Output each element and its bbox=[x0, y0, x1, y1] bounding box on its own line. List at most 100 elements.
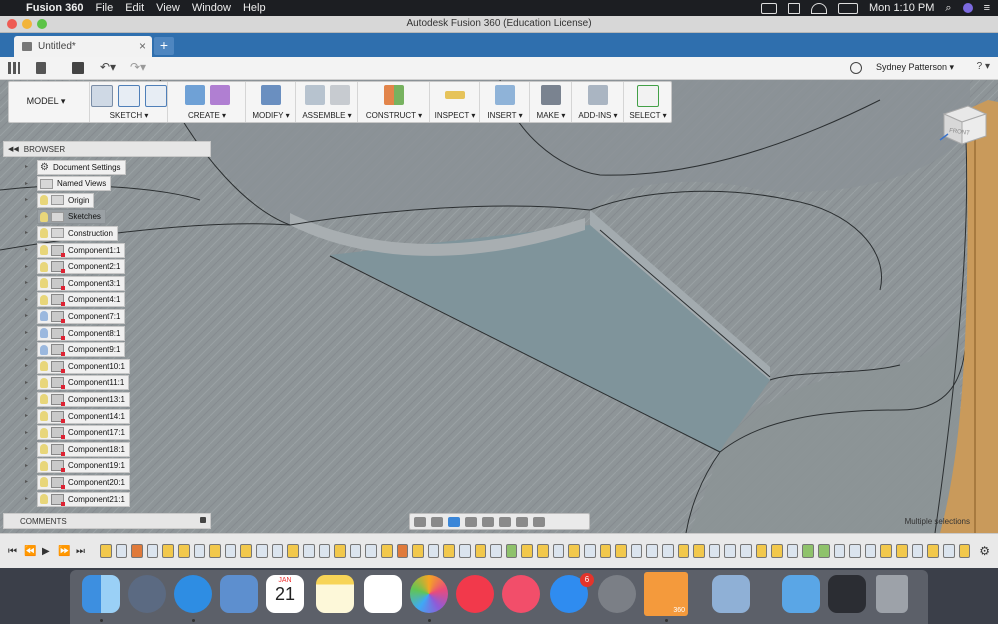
menu-file[interactable]: File bbox=[95, 2, 113, 14]
job-status-icon[interactable] bbox=[850, 62, 862, 74]
timeline-feature-icon[interactable] bbox=[162, 544, 175, 558]
timeline-feature-icon[interactable] bbox=[193, 544, 206, 558]
insert-image-icon[interactable] bbox=[495, 85, 515, 105]
timeline-feature-icon[interactable] bbox=[786, 544, 799, 558]
menu-view[interactable]: View bbox=[156, 2, 180, 14]
expand-node-icon[interactable]: ▸ bbox=[25, 395, 33, 403]
menu-window[interactable]: Window bbox=[192, 2, 231, 14]
expand-node-icon[interactable]: ▸ bbox=[25, 362, 33, 370]
timeline-feature-icon[interactable] bbox=[849, 544, 861, 558]
extrude-icon[interactable] bbox=[184, 85, 205, 105]
visibility-bulb-icon[interactable] bbox=[40, 427, 48, 438]
insert-group[interactable]: INSERT ▾ bbox=[479, 82, 530, 122]
new-tab-button[interactable]: + bbox=[154, 37, 174, 55]
timeline-feature-icon[interactable] bbox=[552, 544, 565, 558]
timeline-forward-icon[interactable]: ⏩ bbox=[58, 546, 70, 557]
look-at-icon[interactable] bbox=[431, 516, 443, 527]
eagle-app-icon[interactable] bbox=[220, 575, 258, 613]
downloads-folder-icon[interactable] bbox=[782, 575, 820, 613]
redo-icon[interactable]: ↷▾ bbox=[130, 60, 146, 76]
browser-node[interactable]: ▸ Origin bbox=[3, 192, 95, 208]
visibility-bulb-icon[interactable] bbox=[40, 411, 48, 421]
workspace-switcher[interactable]: MODEL ▾ bbox=[13, 90, 79, 112]
inspect-menu[interactable]: INSPECT ▾ bbox=[430, 111, 480, 120]
display-settings-icon[interactable] bbox=[499, 516, 511, 527]
browser-node-chip[interactable]: Sketches bbox=[37, 209, 106, 225]
expand-node-icon[interactable]: ▸ bbox=[25, 180, 33, 188]
timeline-feature-icon[interactable] bbox=[302, 544, 315, 558]
assemble-menu[interactable]: ASSEMBLE ▾ bbox=[296, 111, 358, 120]
browser-node-chip[interactable]: Component4:1 bbox=[37, 292, 126, 308]
browser-node-chip[interactable]: Component3:1 bbox=[37, 275, 126, 291]
visibility-bulb-icon[interactable] bbox=[40, 245, 48, 255]
timeline-play-icon[interactable]: ▶ bbox=[42, 546, 50, 557]
battery-icon[interactable] bbox=[837, 2, 858, 14]
create-menu[interactable]: CREATE ▾ bbox=[168, 111, 246, 120]
timeline-feature-icon[interactable] bbox=[349, 544, 362, 558]
timeline-feature-icon[interactable] bbox=[427, 544, 440, 558]
music-icon[interactable] bbox=[502, 575, 540, 613]
expand-node-icon[interactable]: ▸ bbox=[25, 379, 33, 387]
timeline-feature-icon[interactable] bbox=[240, 544, 253, 558]
browser-node[interactable]: ▸ ⚙ Document Settings bbox=[3, 159, 126, 175]
timeline-feature-icon[interactable] bbox=[818, 544, 830, 558]
expand-node-icon[interactable]: ▸ bbox=[25, 445, 33, 453]
expand-node-icon[interactable]: ▸ bbox=[25, 346, 33, 354]
browser-node-chip[interactable]: Component18:1 bbox=[37, 441, 130, 457]
browser-node-chip[interactable]: Origin bbox=[37, 192, 95, 208]
browser-node-chip[interactable]: Component9:1 bbox=[37, 342, 126, 358]
expand-node-icon[interactable]: ▸ bbox=[25, 279, 33, 287]
scripts-icon[interactable] bbox=[588, 85, 608, 105]
create-group[interactable]: CREATE ▾ bbox=[167, 82, 246, 122]
browser-node[interactable]: ▸ Component13:1 bbox=[3, 391, 130, 407]
calendar-icon[interactable]: JAN 21 bbox=[266, 575, 304, 613]
sketch-menu[interactable]: SKETCH ▾ bbox=[90, 111, 168, 120]
undo-icon[interactable]: ↶▾ bbox=[100, 60, 116, 76]
browser-node-chip[interactable]: Component19:1 bbox=[37, 458, 130, 474]
expand-node-icon[interactable]: ▸ bbox=[25, 296, 33, 304]
timeline-settings-icon[interactable]: ⚙ bbox=[979, 544, 990, 558]
data-panel-grid-icon[interactable] bbox=[8, 62, 20, 74]
launchpad-icon[interactable] bbox=[128, 575, 166, 613]
spline-icon[interactable] bbox=[118, 85, 140, 107]
timeline-feature-icon[interactable] bbox=[100, 544, 112, 558]
timeline-end-icon[interactable]: ⏭ bbox=[76, 546, 85, 557]
clock[interactable]: Mon 1:10 PM bbox=[869, 2, 934, 14]
expand-node-icon[interactable]: ▸ bbox=[25, 312, 33, 320]
viewcube[interactable]: FRONT bbox=[936, 100, 990, 148]
pan-icon[interactable] bbox=[448, 516, 460, 527]
visibility-bulb-icon[interactable] bbox=[40, 377, 48, 388]
visibility-bulb-icon[interactable] bbox=[40, 494, 48, 504]
browser-node[interactable]: ▸ Component10:1 bbox=[3, 358, 130, 374]
browser-node[interactable]: ▸ Component9:1 bbox=[3, 342, 126, 358]
browser-node[interactable]: ▸ Component14:1 bbox=[3, 408, 130, 424]
timeline-feature-icon[interactable] bbox=[287, 544, 299, 558]
assemble-group[interactable]: ASSEMBLE ▾ bbox=[295, 82, 358, 122]
expand-node-icon[interactable]: ▸ bbox=[25, 412, 33, 420]
timeline-feature-icon[interactable] bbox=[271, 544, 284, 558]
expand-node-icon[interactable]: ▸ bbox=[25, 246, 33, 254]
fusion-360-icon[interactable]: 360 bbox=[644, 572, 688, 616]
timeline-feature-icon[interactable] bbox=[942, 544, 955, 558]
3d-print-icon[interactable] bbox=[541, 85, 561, 105]
offset-plane-icon[interactable] bbox=[384, 85, 404, 105]
construct-group[interactable]: CONSTRUCT ▾ bbox=[357, 82, 430, 122]
timeline-feature-icon[interactable] bbox=[896, 544, 908, 558]
timeline-feature-icon[interactable] bbox=[677, 544, 690, 558]
expand-node-icon[interactable]: ▸ bbox=[25, 429, 33, 437]
browser-node[interactable]: ▸ Component21:1 bbox=[3, 491, 130, 507]
timeline-feature-icon[interactable] bbox=[833, 544, 846, 558]
timeline-feature-icon[interactable] bbox=[615, 544, 627, 558]
expand-node-icon[interactable]: ▸ bbox=[25, 196, 33, 204]
visibility-bulb-icon[interactable] bbox=[40, 294, 48, 305]
add-ins-menu[interactable]: ADD-INS ▾ bbox=[572, 111, 624, 120]
recent-items-stack-icon[interactable] bbox=[828, 575, 866, 613]
timeline-feature-icon[interactable] bbox=[334, 544, 346, 558]
timeline-feature-icon[interactable] bbox=[724, 544, 736, 558]
browser-node[interactable]: ▸ Component4:1 bbox=[3, 292, 126, 308]
trash-icon[interactable] bbox=[876, 575, 908, 613]
collapse-browser-icon[interactable]: ◀◀ bbox=[8, 145, 19, 153]
browser-node-chip[interactable]: Component10:1 bbox=[37, 358, 130, 374]
timeline-feature-icon[interactable] bbox=[911, 544, 924, 558]
visibility-bulb-icon[interactable] bbox=[40, 344, 48, 355]
